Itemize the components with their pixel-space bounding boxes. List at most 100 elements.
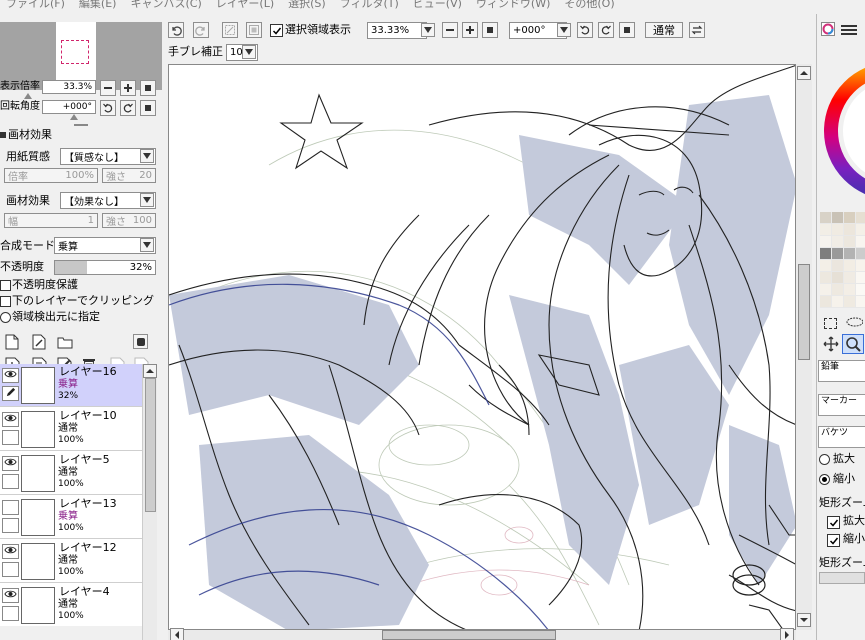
nav-rotation-field[interactable]: +000° <box>42 100 96 114</box>
zoom-reset-button[interactable] <box>482 22 498 38</box>
nav-rotation-slider-thumb[interactable] <box>70 114 78 120</box>
redo-button[interactable] <box>193 22 209 38</box>
menu-item-7[interactable]: ウィンドウ(W) <box>470 0 558 14</box>
menu-item-1[interactable]: 編集(E) <box>73 0 125 14</box>
layer-edit-toggle[interactable] <box>2 562 19 577</box>
layer-visibility-toggle[interactable] <box>2 412 19 427</box>
layer-row[interactable]: レイヤー16 乗算 32% <box>0 364 142 407</box>
color-swatch[interactable] <box>856 224 865 236</box>
brush-effect-dropdown[interactable] <box>140 193 154 207</box>
tool-pencil[interactable]: 鉛筆 <box>818 360 865 382</box>
canvas-vertical-scrollbar[interactable] <box>796 64 812 630</box>
canvas-horizontal-scroll-thumb[interactable] <box>382 630 556 640</box>
color-swatch[interactable] <box>856 296 865 308</box>
zoom-in-radio[interactable] <box>819 454 830 465</box>
color-swatch[interactable] <box>856 272 865 284</box>
new-layer-icon[interactable] <box>5 334 19 350</box>
menu-item-8[interactable]: その他(O) <box>558 0 622 14</box>
menu-item-2[interactable]: キャンバス(C) <box>124 0 209 14</box>
color-swatch[interactable] <box>856 212 865 224</box>
color-swatch[interactable] <box>832 248 844 260</box>
color-swatch[interactable] <box>832 236 844 248</box>
canvas-scroll-left[interactable] <box>170 628 184 640</box>
nav-zoom-out-button[interactable] <box>100 80 116 96</box>
color-swatch[interactable] <box>856 248 865 260</box>
layer-list[interactable]: レイヤー16 乗算 32% レイヤー10 通常 100% レイヤー5 通常 100% レイヤー13… <box>0 364 142 626</box>
menu-item-0[interactable]: ファイル(F) <box>0 0 73 14</box>
layer-edit-toggle[interactable] <box>2 606 19 621</box>
color-swatch[interactable] <box>856 284 865 296</box>
color-swatch[interactable] <box>844 260 856 272</box>
color-swatch[interactable] <box>832 260 844 272</box>
paper-texture-dropdown[interactable] <box>140 149 154 163</box>
move-tool-icon[interactable] <box>823 336 839 352</box>
color-swatch[interactable] <box>844 248 856 260</box>
color-swatch[interactable] <box>820 224 832 236</box>
canvas-scroll-up[interactable] <box>797 66 811 80</box>
nav-zoom-reset-button[interactable] <box>140 80 156 96</box>
drawing-canvas[interactable] <box>168 64 796 630</box>
tool-marker[interactable]: マーカー <box>818 394 865 416</box>
rotate-left-button[interactable] <box>577 22 593 38</box>
color-swatch[interactable] <box>820 284 832 296</box>
zoom-dropdown[interactable] <box>421 23 435 37</box>
layer-settings-button[interactable] <box>133 334 148 349</box>
color-swatch[interactable] <box>820 272 832 284</box>
rotation-dropdown[interactable] <box>557 23 571 37</box>
layer-row[interactable]: レイヤー5 通常 100% <box>0 452 142 495</box>
new-folder-icon[interactable] <box>57 335 73 349</box>
layer-visibility-toggle[interactable] <box>2 500 19 515</box>
rect-select-tool-icon[interactable] <box>824 318 837 329</box>
preserve-opacity-checkbox[interactable] <box>0 280 11 291</box>
clipping-checkbox[interactable] <box>0 296 11 307</box>
nav-rotate-left-button[interactable] <box>100 100 116 116</box>
layer-edit-toggle[interactable] <box>2 474 19 489</box>
canvas-scroll-down[interactable] <box>797 613 811 627</box>
rect-zoom-in-checkbox[interactable] <box>827 516 840 529</box>
lasso-tool-icon[interactable] <box>843 316 864 330</box>
zoom-out-radio[interactable] <box>819 474 830 485</box>
color-palette[interactable] <box>820 212 865 308</box>
opacity-slider[interactable]: 32% <box>54 260 156 275</box>
zoom-in-button[interactable] <box>462 22 478 38</box>
deselect-button[interactable] <box>222 22 238 38</box>
rotate-right-button[interactable] <box>598 22 614 38</box>
color-swatch[interactable] <box>820 212 832 224</box>
stabilizer-dropdown[interactable] <box>242 45 256 59</box>
selection-source-radio[interactable] <box>0 312 11 323</box>
color-swatch[interactable] <box>820 296 832 308</box>
layer-visibility-toggle[interactable] <box>2 544 19 559</box>
color-swatch[interactable] <box>844 224 856 236</box>
rect-zoom-slider[interactable] <box>819 572 865 584</box>
color-swatch[interactable] <box>832 212 844 224</box>
menu-item-3[interactable]: レイヤー(L) <box>210 0 282 14</box>
color-swatch[interactable] <box>856 236 865 248</box>
menu-item-6[interactable]: ビュー(V) <box>407 0 470 14</box>
layer-row[interactable]: レイヤー13 乗算 100% <box>0 496 142 539</box>
color-swatch[interactable] <box>820 260 832 272</box>
color-swatch[interactable] <box>856 260 865 272</box>
menu-item-4[interactable]: 選択(S) <box>282 0 334 14</box>
blend-mode-dropdown[interactable] <box>140 238 154 252</box>
invert-selection-button[interactable] <box>246 22 262 38</box>
zoom-out-button[interactable] <box>442 22 458 38</box>
layer-scroll-up[interactable] <box>143 364 157 378</box>
layer-edit-toggle[interactable] <box>2 430 19 445</box>
canvas-horizontal-scrollbar[interactable] <box>168 628 796 640</box>
color-swatch[interactable] <box>844 272 856 284</box>
nav-rotation-reset-button[interactable] <box>140 100 156 116</box>
layer-row[interactable]: レイヤー4 通常 100% <box>0 584 142 626</box>
selection-display-checkbox[interactable] <box>270 24 283 37</box>
flip-horizontal-button[interactable] <box>689 22 705 38</box>
layer-row[interactable]: レイヤー10 通常 100% <box>0 408 142 451</box>
rotation-reset-button[interactable] <box>619 22 635 38</box>
color-swatch[interactable] <box>844 212 856 224</box>
nav-zoom-in-button[interactable] <box>120 80 136 96</box>
color-swatch[interactable] <box>820 236 832 248</box>
canvas-vertical-scroll-thumb[interactable] <box>798 264 810 360</box>
layer-edit-toggle[interactable] <box>2 518 19 533</box>
menu-item-5[interactable]: フィルタ(T) <box>334 0 407 14</box>
menu-icon[interactable] <box>841 24 857 36</box>
navigator-view-rect[interactable] <box>61 40 89 64</box>
color-wheel-tab[interactable] <box>821 22 835 36</box>
